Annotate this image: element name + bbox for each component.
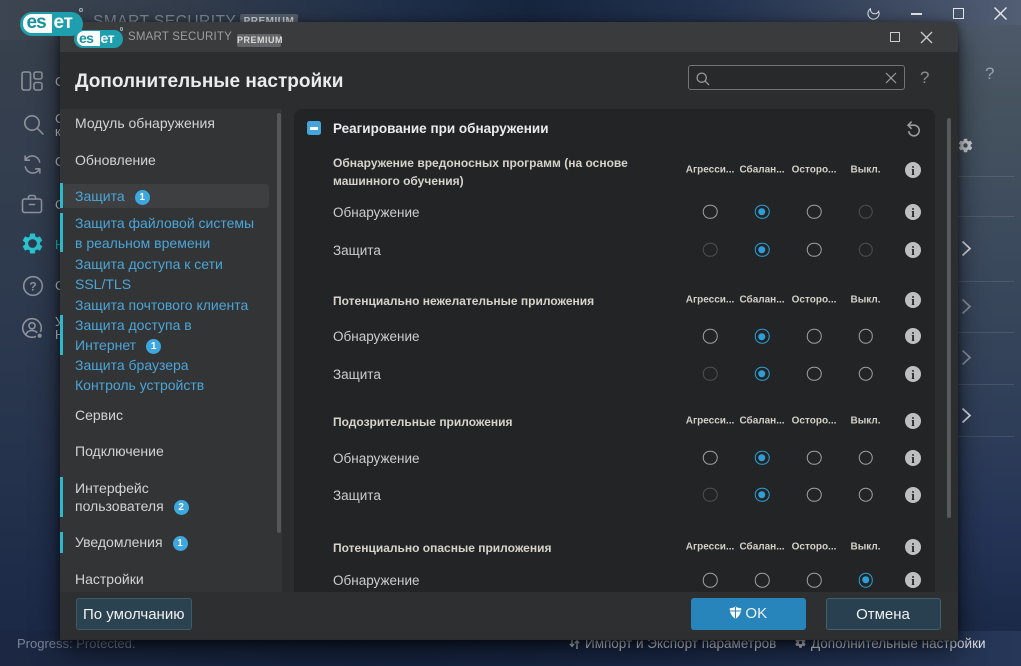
svg-text:?: ? bbox=[29, 280, 36, 294]
